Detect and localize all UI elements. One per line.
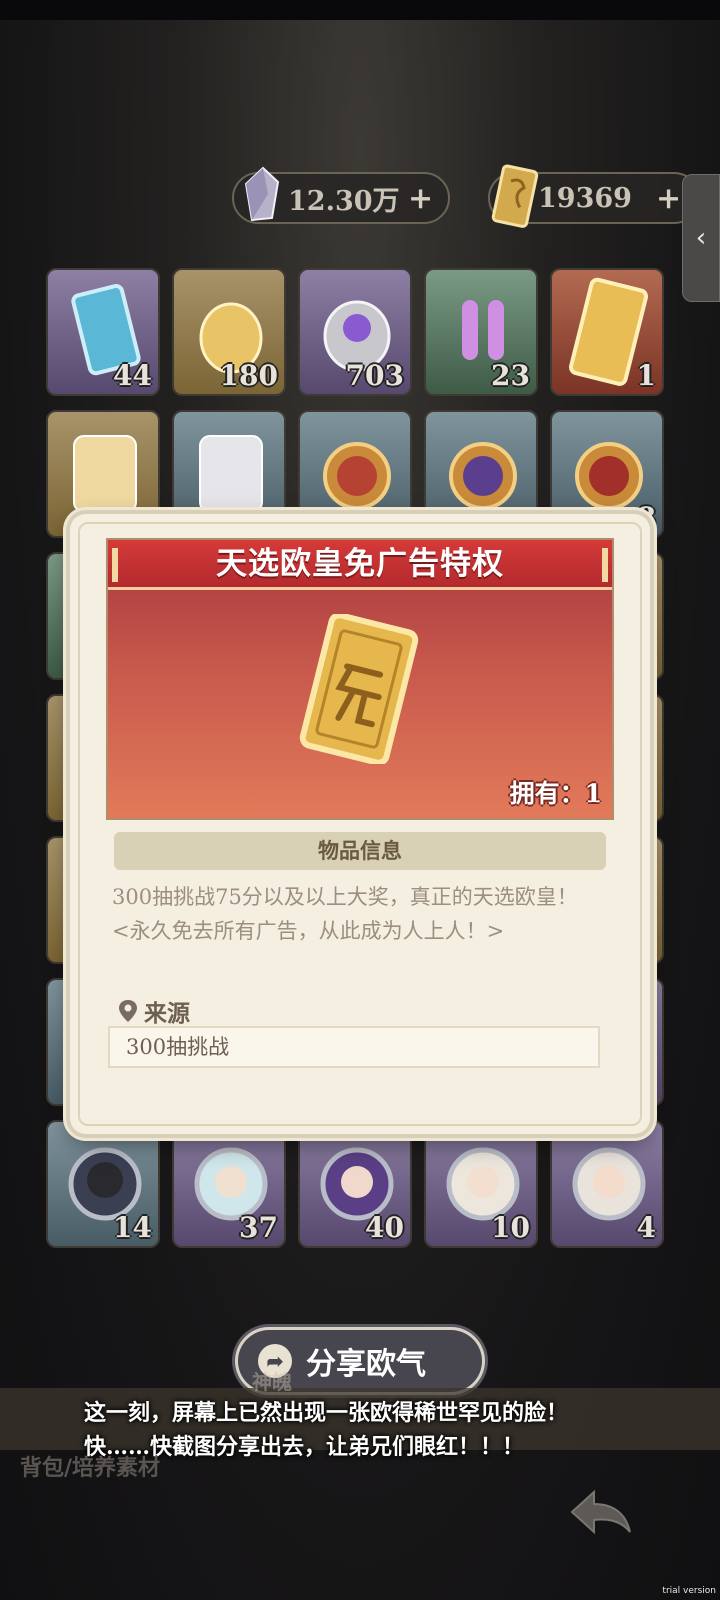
back-arrow-icon[interactable] xyxy=(566,1486,636,1538)
tab-faint-label[interactable]: 神魄 xyxy=(252,1366,292,1395)
caption-line: 快……快截图分享出去，让弟兄们眼红！！！ xyxy=(84,1434,525,1460)
gem-currency: 12.30万 + xyxy=(232,166,450,224)
item-slot-portrait[interactable]: 4 xyxy=(550,1120,664,1248)
item-count: 40 xyxy=(365,1211,404,1244)
item-slot-portrait[interactable]: 40 xyxy=(298,1120,412,1248)
location-pin-icon xyxy=(119,1000,137,1022)
item-detail-popup[interactable]: 天选欧皇免广告特权 拥有：1 物品信息 300抽挑战75分以及以上大奖，真正的天… xyxy=(70,514,650,1134)
source-link[interactable]: 300抽挑战 xyxy=(108,1026,600,1068)
description-line: 300抽挑战75分以及以上大奖，真正的天选欧皇！ xyxy=(112,885,578,909)
item-slot-purple-egg[interactable]: 703 xyxy=(298,268,412,396)
item-count: 703 xyxy=(345,359,404,392)
owned-count: 拥有：1 xyxy=(509,779,602,808)
add-tickets-button[interactable]: + xyxy=(656,181,681,216)
source-label: 来源 xyxy=(144,1000,190,1027)
item-count: 180 xyxy=(219,359,278,392)
add-gems-button[interactable]: + xyxy=(408,181,433,216)
gold-ticket-icon xyxy=(299,614,419,764)
item-slot-ad-free-ticket[interactable]: 1 xyxy=(550,268,664,396)
item-count: 1 xyxy=(636,359,656,392)
item-description: 300抽挑战75分以及以上大奖，真正的天选欧皇！ <永久免去所有广告，从此成为人… xyxy=(112,880,604,948)
item-info-header: 物品信息 xyxy=(114,832,606,870)
item-title: 天选欧皇免广告特权 xyxy=(108,540,612,590)
item-slot-potion[interactable]: 23 xyxy=(424,268,538,396)
caption-line: 这一刻，屏幕上已然出现一张欧得稀世罕见的脸！ xyxy=(84,1400,569,1426)
gem-amount: 12.30万 xyxy=(288,185,400,217)
item-count: 37 xyxy=(239,1211,278,1244)
source-header: 来源 xyxy=(118,994,190,1028)
category-label[interactable]: 背包/培养素材 xyxy=(20,1450,160,1482)
item-slot-portrait[interactable]: 14 xyxy=(46,1120,160,1248)
side-collapse-tab[interactable]: ‹ xyxy=(682,174,720,302)
ticket-icon xyxy=(486,160,542,239)
item-slot-portrait[interactable]: 37 xyxy=(172,1120,286,1248)
watermark: trial version xyxy=(662,1586,716,1596)
chevron-left-icon: ‹ xyxy=(695,223,707,253)
item-count: 23 xyxy=(491,359,530,392)
share-caption: 这一刻，屏幕上已然出现一张欧得稀世罕见的脸！ 快……快截图分享出去，让弟兄们眼红… xyxy=(84,1396,684,1464)
item-slot-free-ad-ticket-small[interactable]: 44 xyxy=(46,268,160,396)
item-slot-portrait[interactable]: 10 xyxy=(424,1120,538,1248)
item-count: 44 xyxy=(113,359,152,392)
ticket-amount: 19369 xyxy=(538,182,632,214)
item-count: 4 xyxy=(636,1211,656,1244)
item-banner: 天选欧皇免广告特权 拥有：1 xyxy=(106,538,614,820)
item-count: 10 xyxy=(491,1211,530,1244)
crystal-icon xyxy=(238,164,288,231)
ticket-currency: 19369 + xyxy=(488,164,700,228)
item-slot-gold-egg[interactable]: 180 xyxy=(172,268,286,396)
description-line: <永久免去所有广告，从此成为人上人！> xyxy=(112,919,505,943)
share-label: 分享欧气 xyxy=(306,1347,426,1382)
item-count: 14 xyxy=(113,1211,152,1244)
